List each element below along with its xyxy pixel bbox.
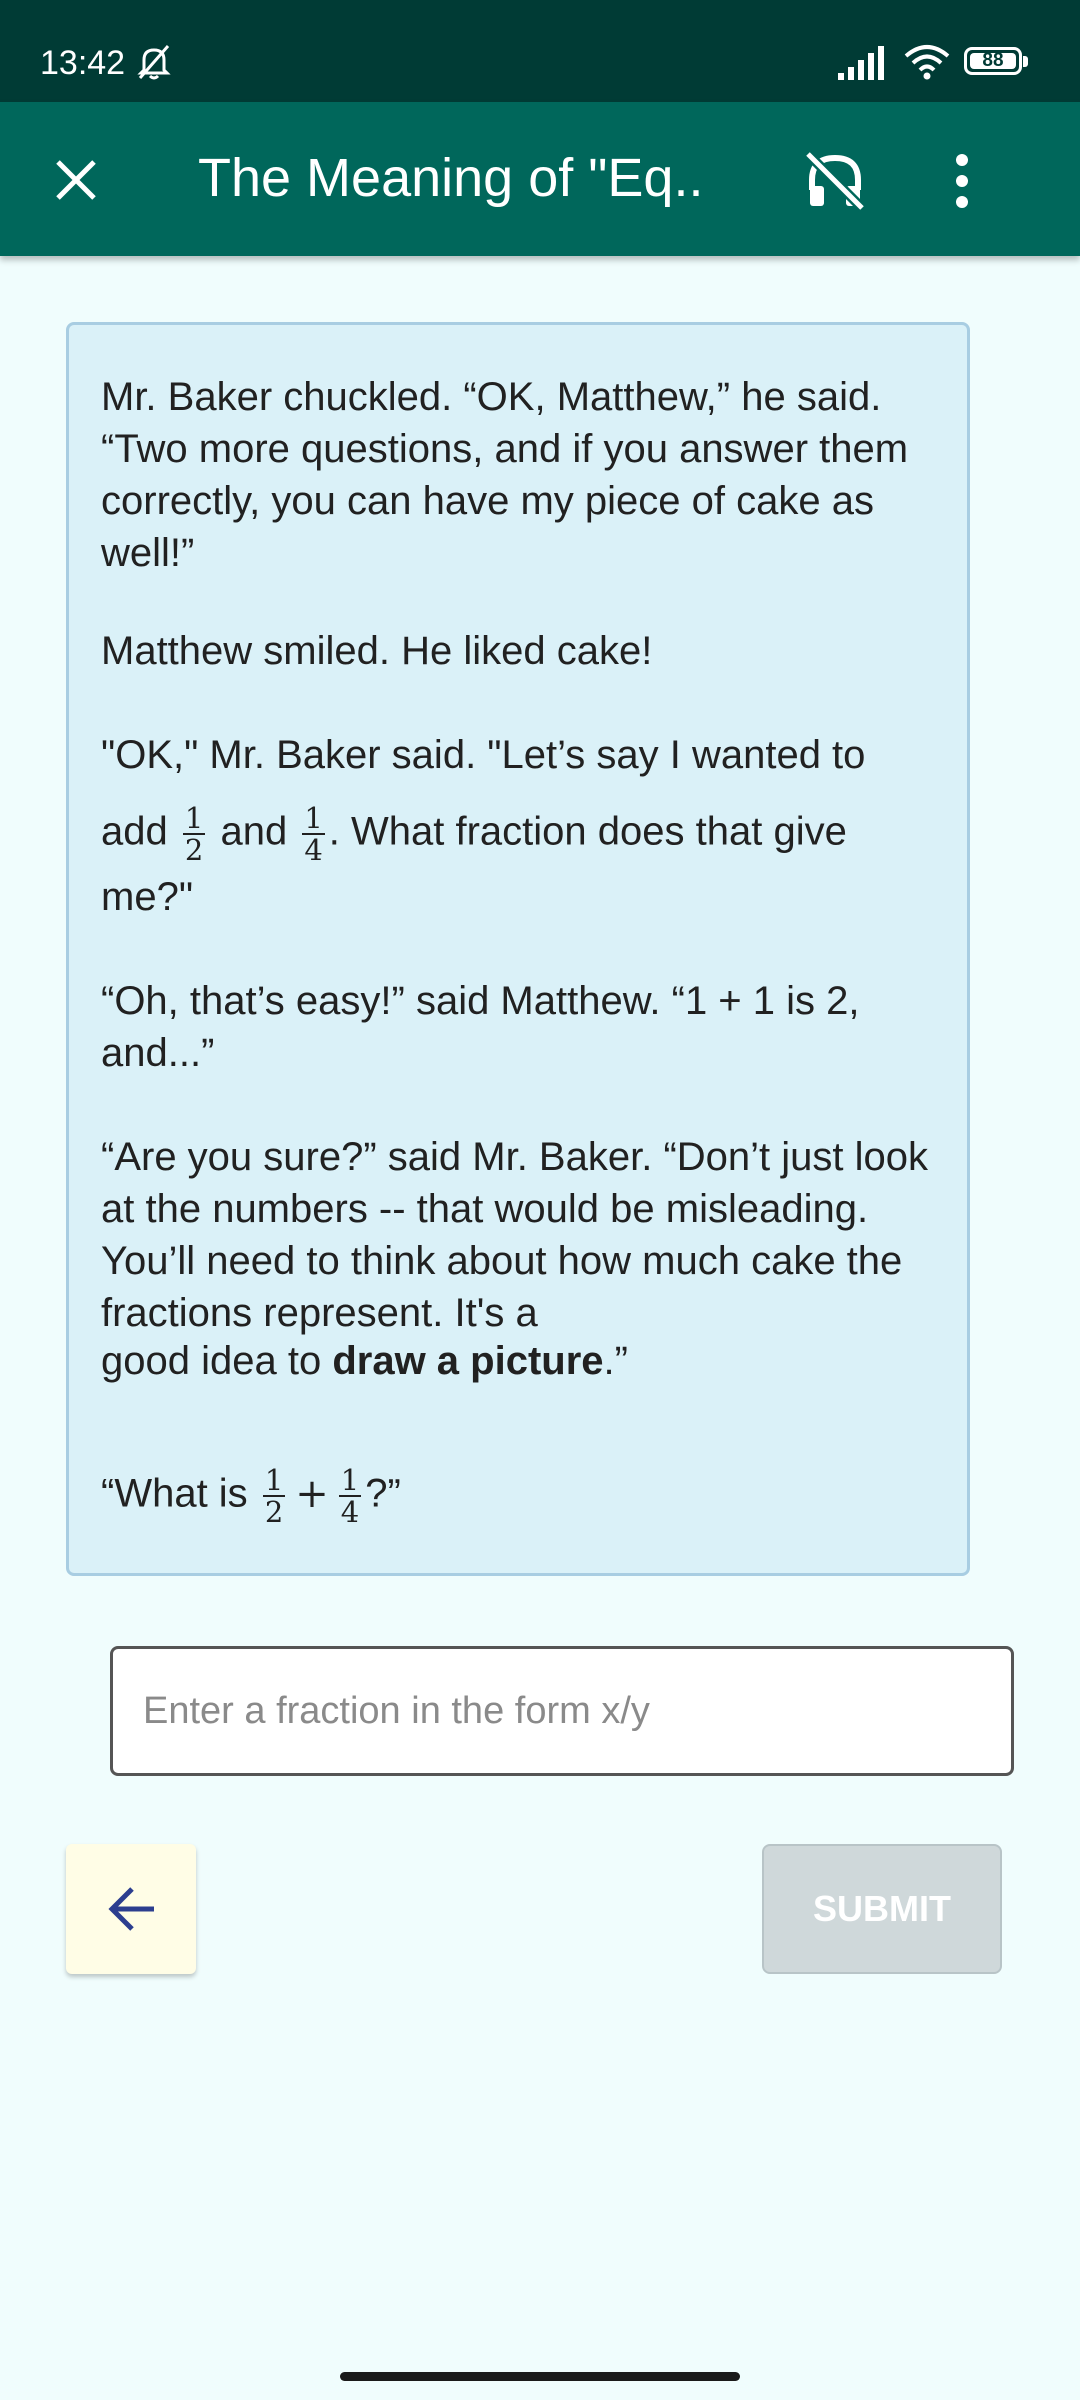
bell-muted-icon [134, 42, 174, 87]
more-vert-icon [956, 154, 968, 208]
app-bar: The Meaning of "Eq.. [0, 102, 1080, 256]
story-paragraph-1: Mr. Baker chuckled. “OK, Matthew,” he sa… [101, 375, 909, 575]
fraction-answer-input[interactable] [110, 1646, 1014, 1776]
emphasis-text: draw a picture [332, 1339, 604, 1383]
plus-sign: + [295, 1470, 329, 1517]
fraction-quarter: 14 [338, 1463, 362, 1529]
wifi-icon [904, 44, 950, 85]
story-paragraph-5-end: good idea to draw a picture.” [101, 1339, 628, 1383]
submit-button[interactable]: SUBMIT [762, 1844, 1002, 1974]
close-icon [56, 160, 96, 200]
arrow-left-icon [108, 1887, 154, 1931]
story-card: Mr. Baker chuckled. “OK, Matthew,” he sa… [66, 322, 970, 1576]
battery-icon: 88 [964, 47, 1028, 75]
story-paragraph-5: “Are you sure?” said Mr. Baker. “Don’t j… [101, 1135, 928, 1335]
fraction-quarter: 14 [302, 801, 325, 867]
battery-level: 88 [970, 51, 1016, 70]
story-paragraph-3c: me?" [101, 875, 194, 919]
story-paragraph-3b: add 12 and 14. What fraction does that g… [101, 803, 941, 865]
story-paragraph-3a: "OK," Mr. Baker said. "Let’s say I wante… [101, 733, 866, 777]
audio-off-icon [804, 150, 866, 212]
story-question: “What is 1 2 +1 4?” [101, 1463, 401, 1529]
page-title: The Meaning of "Eq.. [198, 148, 704, 208]
close-button[interactable] [44, 148, 108, 212]
status-bar: 13:42 88 [0, 0, 1080, 102]
story-text: add [101, 809, 168, 854]
fraction-half: 12 [262, 1463, 286, 1529]
story-text: . What fraction does that give [328, 809, 847, 854]
story-text: and [220, 809, 288, 854]
status-time: 13:42 [40, 44, 126, 82]
fraction-half: 12 [182, 801, 206, 867]
home-indicator[interactable] [340, 2372, 740, 2381]
signal-icon [838, 46, 890, 85]
back-button[interactable] [66, 1844, 196, 1974]
audio-toggle-button[interactable] [800, 146, 870, 216]
story-paragraph-4: “Oh, that’s easy!” said Matthew. “1 + 1 … [101, 979, 860, 1075]
more-options-button[interactable] [930, 146, 994, 216]
story-paragraph-2: Matthew smiled. He liked cake! [101, 629, 653, 673]
